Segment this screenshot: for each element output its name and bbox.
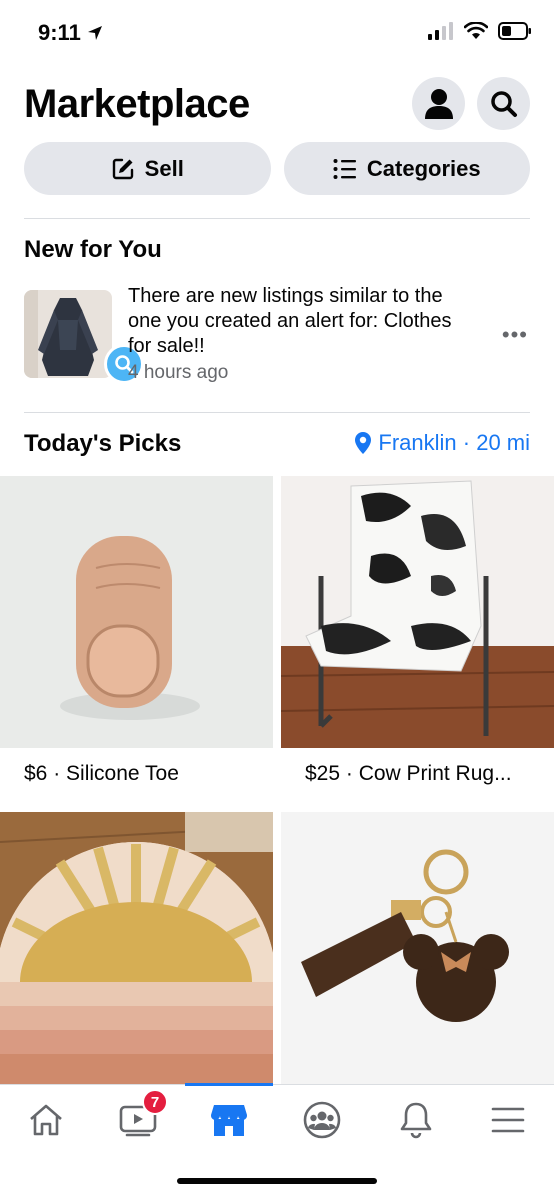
- divider: [24, 412, 530, 413]
- tab-notifications[interactable]: [386, 1095, 446, 1145]
- home-icon: [30, 1104, 62, 1136]
- marketplace-icon: [210, 1105, 248, 1136]
- listing-cow-print-rug[interactable]: [281, 476, 554, 748]
- listing-image: [281, 812, 554, 1084]
- person-icon: [424, 88, 453, 119]
- menu-icon: [491, 1107, 525, 1133]
- tab-watch[interactable]: 7: [108, 1089, 168, 1145]
- listing-image: [0, 812, 273, 1084]
- saved-search-alert[interactable]: There are new listings similar to the on…: [24, 284, 530, 394]
- wifi-icon: [464, 22, 488, 39]
- profile-button[interactable]: [412, 77, 465, 130]
- dress-image: [24, 290, 112, 378]
- bell-icon: [400, 1102, 432, 1139]
- edit-icon: [112, 158, 133, 179]
- groups-icon: [303, 1101, 341, 1139]
- home-indicator: [177, 1178, 377, 1184]
- new-for-you-heading: New for You: [24, 236, 162, 263]
- battery-icon: [498, 22, 531, 40]
- tab-home[interactable]: [16, 1095, 76, 1145]
- search-icon: [490, 90, 517, 117]
- status-time: 9:11: [38, 20, 103, 46]
- sell-button[interactable]: Sell: [24, 142, 271, 195]
- tab-menu[interactable]: [478, 1095, 538, 1145]
- categories-label: Categories: [366, 155, 481, 181]
- list-icon: [333, 158, 356, 179]
- header: Marketplace: [24, 74, 530, 134]
- listing-title[interactable]: $6 · Silicone Toe: [24, 762, 269, 786]
- alert-timestamp: 4 hours ago: [128, 362, 229, 383]
- listing-image: [0, 476, 273, 748]
- alert-message: There are new listings similar to the on…: [128, 285, 452, 357]
- divider: [24, 218, 530, 219]
- action-row: Sell Categories: [24, 142, 530, 195]
- listing-sunset-rug[interactable]: [0, 812, 273, 1084]
- location-pin-icon: [355, 432, 372, 454]
- tab-marketplace[interactable]: [199, 1095, 259, 1145]
- location-filter[interactable]: Franklin · 20 mi: [354, 430, 530, 456]
- tab-groups[interactable]: [292, 1095, 352, 1145]
- listing-keychain[interactable]: [281, 812, 554, 1084]
- location-label: Franklin · 20 mi: [378, 430, 530, 455]
- listing-title[interactable]: $25 · Cow Print Rug...: [305, 762, 535, 786]
- listing-silicone-toe[interactable]: [0, 476, 273, 748]
- sell-label: Sell: [144, 155, 184, 181]
- clock-text: 9:11: [38, 20, 81, 45]
- categories-button[interactable]: Categories: [283, 142, 530, 195]
- todays-picks-heading: Today's Picks: [24, 430, 182, 457]
- notification-badge: 7: [142, 1089, 168, 1115]
- status-icons: [428, 22, 532, 40]
- alert-thumbnail: [24, 290, 112, 378]
- active-tab-indicator: [185, 1083, 273, 1086]
- cellular-signal-icon: [428, 22, 453, 40]
- more-options-button[interactable]: •••: [502, 322, 528, 348]
- location-arrow-icon: [87, 26, 102, 40]
- status-bar: 9:11: [0, 0, 554, 70]
- search-button[interactable]: [477, 77, 530, 130]
- listing-image: [281, 476, 554, 748]
